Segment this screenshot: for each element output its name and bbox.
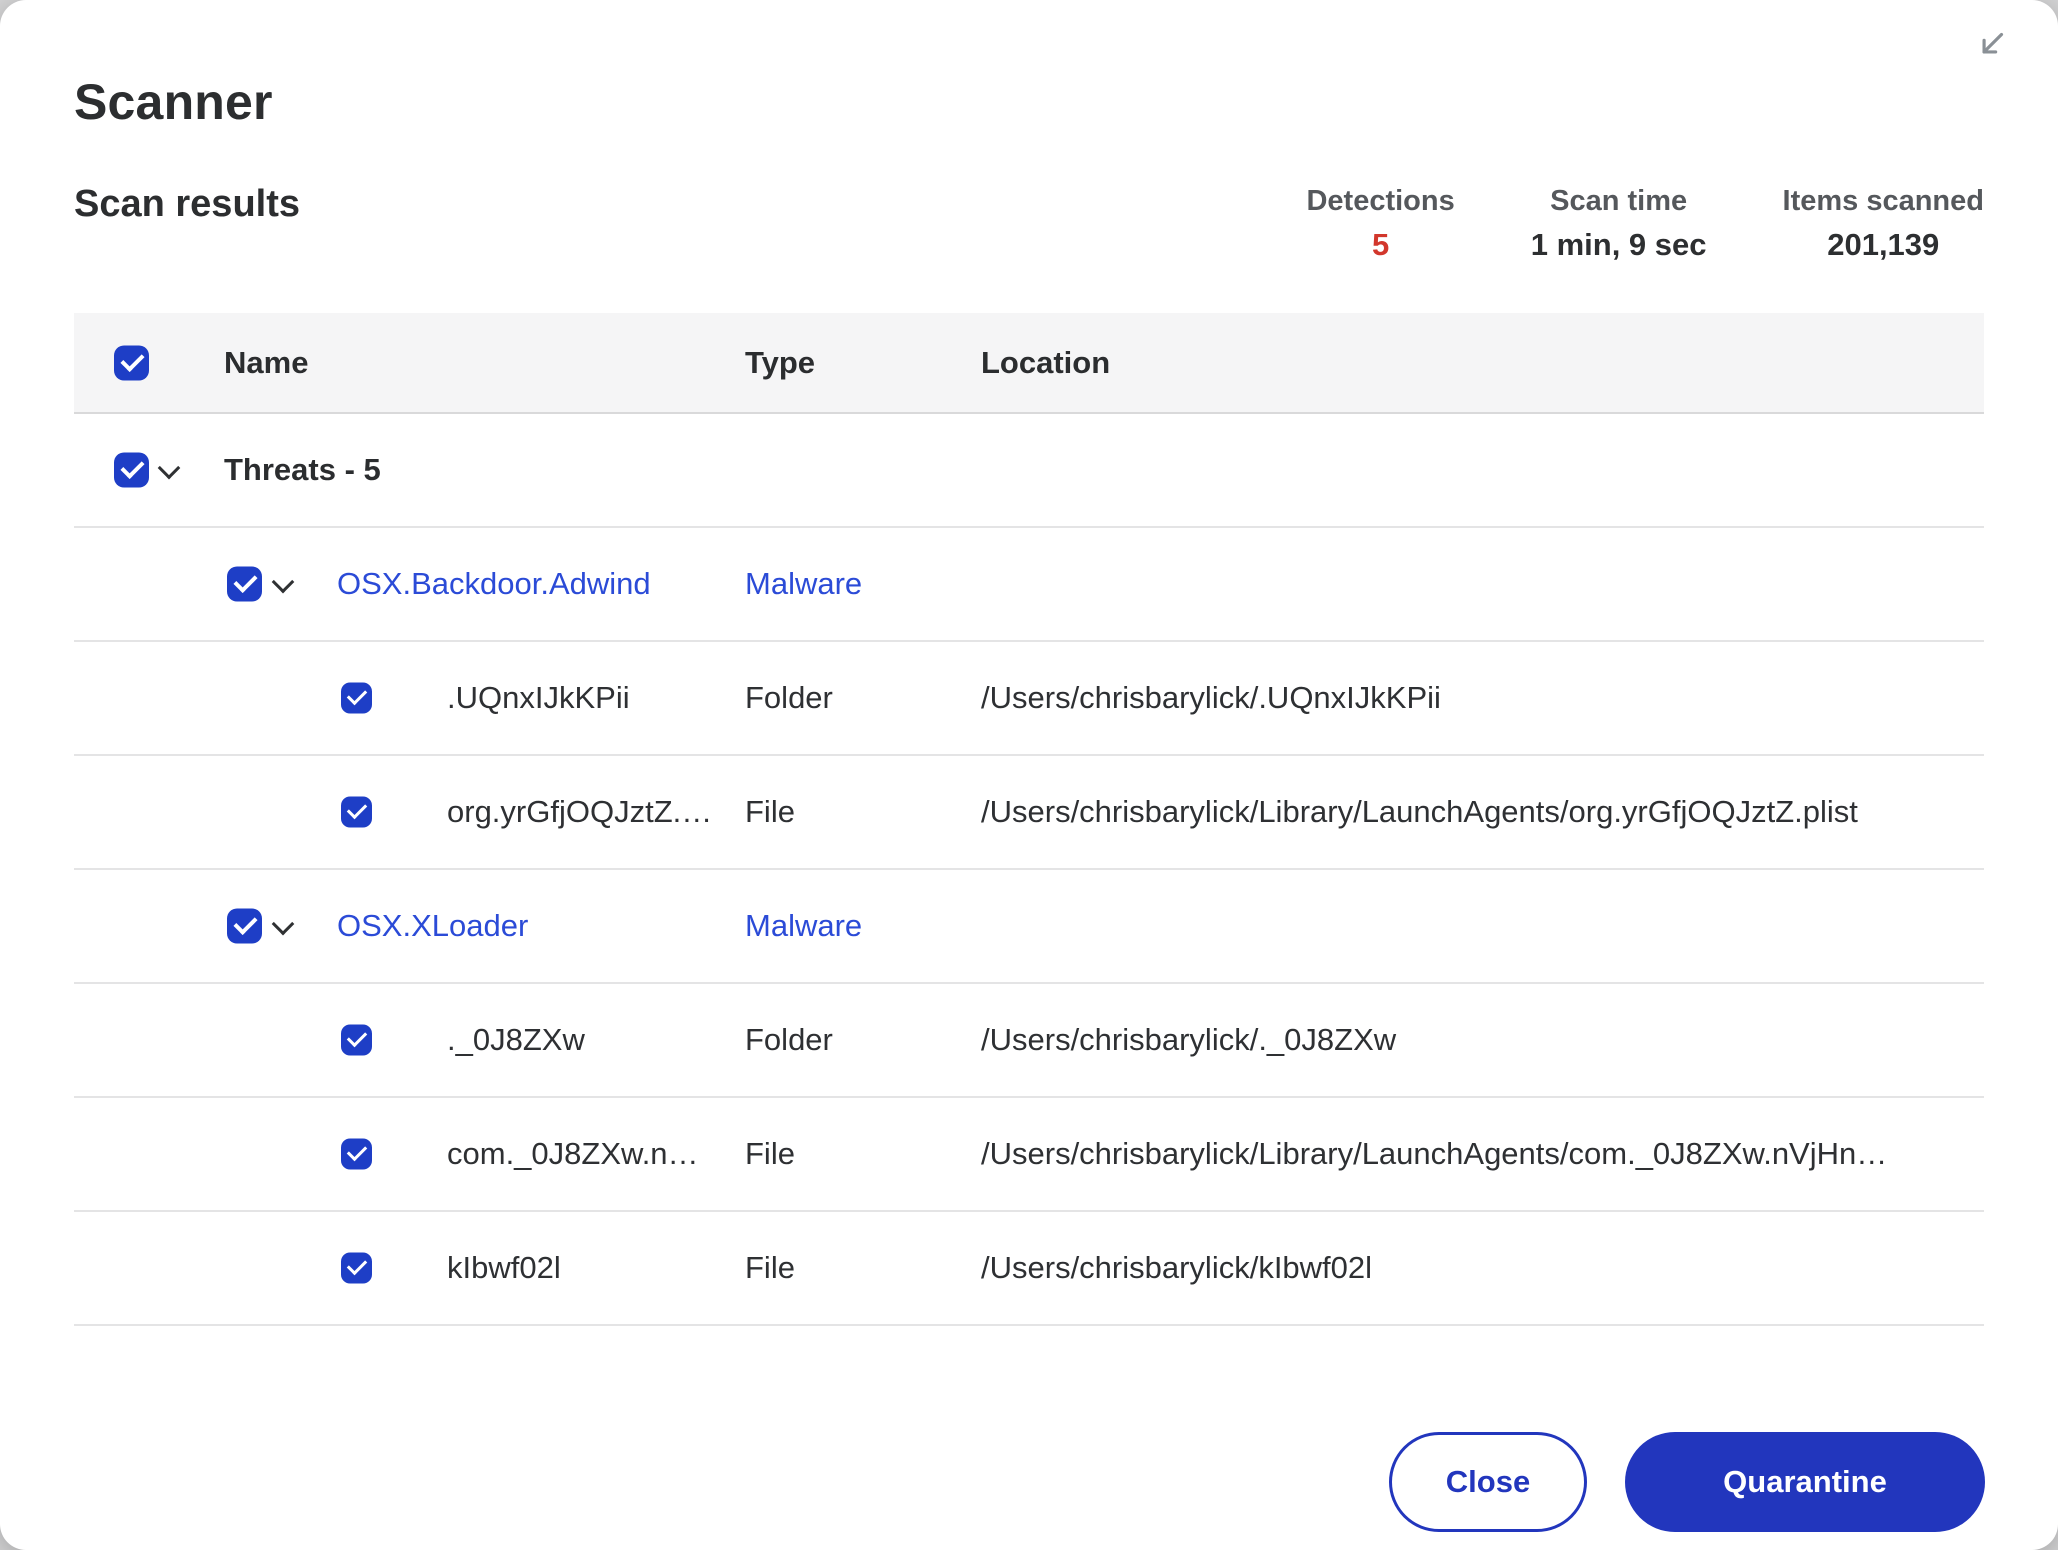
page-title: Scanner: [74, 0, 1984, 128]
item-checkbox[interactable]: [341, 797, 372, 828]
item-type: Folder: [745, 1023, 833, 1057]
family-type: Malware: [745, 909, 862, 943]
column-header-location: Location: [981, 346, 1110, 380]
stat-detections-value: 5: [1306, 229, 1454, 261]
quarantine-button[interactable]: Quarantine: [1625, 1432, 1985, 1532]
item-name: ._0J8ZXw: [447, 1023, 585, 1057]
stat-scan-time-value: 1 min, 9 sec: [1531, 229, 1707, 261]
item-checkbox[interactable]: [341, 1025, 372, 1056]
column-header-type: Type: [745, 346, 815, 380]
malware-family-row: OSX.Backdoor.Adwind Malware: [74, 528, 1984, 642]
close-button[interactable]: Close: [1389, 1432, 1587, 1532]
item-checkbox[interactable]: [341, 1253, 372, 1284]
threats-group-row: Threats - 5: [74, 414, 1984, 528]
family-type: Malware: [745, 567, 862, 601]
threat-item-row: ._0J8ZXw Folder /Users/chrisbarylick/._0…: [74, 984, 1984, 1098]
threat-item-row: com._0J8ZXw.n… File /Users/chrisbarylick…: [74, 1098, 1984, 1212]
dialog-footer: Close Quarantine: [1389, 1432, 1985, 1532]
malware-family-row: OSX.XLoader Malware: [74, 870, 1984, 984]
item-name: com._0J8ZXw.n…: [447, 1137, 699, 1171]
scan-results-heading: Scan results: [74, 184, 300, 224]
scanner-dialog: Scanner Scan results Detections 5 Scan t…: [0, 0, 2058, 1550]
stat-items-scanned: Items scanned 201,139: [1783, 186, 1984, 261]
family-checkbox[interactable]: [227, 567, 262, 602]
stat-detections-label: Detections: [1306, 186, 1454, 216]
item-location: /Users/chrisbarylick/._0J8ZXw: [981, 1023, 1396, 1057]
chevron-down-icon[interactable]: [270, 571, 296, 597]
item-name: .UQnxIJkKPii: [447, 681, 630, 715]
item-type: File: [745, 1251, 795, 1285]
threats-group-checkbox[interactable]: [114, 453, 149, 488]
chevron-down-icon[interactable]: [270, 913, 296, 939]
stat-scan-time: Scan time 1 min, 9 sec: [1531, 186, 1707, 261]
table-header-row: Name Type Location: [74, 313, 1984, 414]
column-header-name: Name: [224, 346, 308, 380]
threats-group-label: Threats - 5: [224, 453, 381, 487]
item-type: File: [745, 1137, 795, 1171]
stat-items-scanned-value: 201,139: [1783, 229, 1984, 261]
stat-items-scanned-label: Items scanned: [1783, 186, 1984, 216]
threat-item-row: .UQnxIJkKPii Folder /Users/chrisbarylick…: [74, 642, 1984, 756]
item-location: /Users/chrisbarylick/Library/LaunchAgent…: [981, 1137, 1887, 1171]
item-checkbox[interactable]: [341, 1139, 372, 1170]
chevron-down-icon[interactable]: [156, 457, 182, 483]
stat-detections: Detections 5: [1306, 186, 1454, 261]
scan-summary: Scan results Detections 5 Scan time 1 mi…: [74, 184, 1984, 261]
item-name: kIbwf02l: [447, 1251, 561, 1285]
stat-scan-time-label: Scan time: [1531, 186, 1707, 216]
item-location: /Users/chrisbarylick/.UQnxIJkKPii: [981, 681, 1441, 715]
item-location: /Users/chrisbarylick/kIbwf02l: [981, 1251, 1372, 1285]
item-location: /Users/chrisbarylick/Library/LaunchAgent…: [981, 795, 1858, 829]
threat-item-row: kIbwf02l File /Users/chrisbarylick/kIbwf…: [74, 1212, 1984, 1326]
select-all-checkbox[interactable]: [114, 345, 149, 380]
family-checkbox[interactable]: [227, 909, 262, 944]
scan-stats: Detections 5 Scan time 1 min, 9 sec Item…: [1306, 184, 1984, 261]
item-checkbox[interactable]: [341, 683, 372, 714]
scan-results-table: Name Type Location Threats - 5 OSX.Backd…: [74, 313, 1984, 1326]
item-type: Folder: [745, 681, 833, 715]
threat-item-row: org.yrGfjOQJztZ.… File /Users/chrisbaryl…: [74, 756, 1984, 870]
item-type: File: [745, 795, 795, 829]
family-name-link[interactable]: OSX.Backdoor.Adwind: [337, 567, 651, 601]
family-name-link[interactable]: OSX.XLoader: [337, 909, 528, 943]
item-name: org.yrGfjOQJztZ.…: [447, 795, 712, 829]
